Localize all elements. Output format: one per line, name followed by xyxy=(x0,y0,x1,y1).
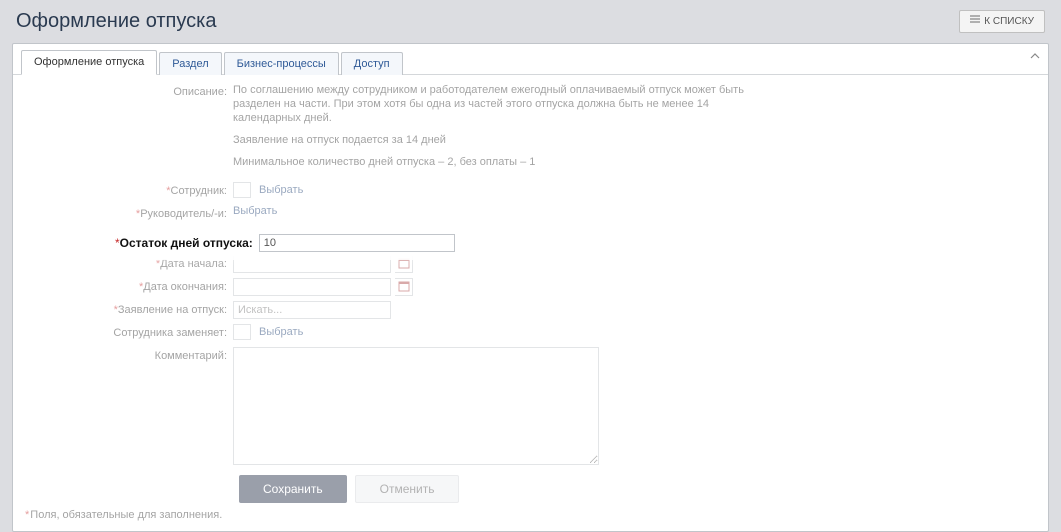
form-area: Описание: По соглашению между сотруднико… xyxy=(13,75,1048,531)
row-comment: Комментарий: xyxy=(21,347,1040,465)
label-application: *Заявление на отпуск: xyxy=(21,301,233,319)
calendar-icon xyxy=(398,280,410,295)
label-employee: *Сотрудник: xyxy=(21,182,233,200)
description-p2: Заявление на отпуск подается за 14 дней xyxy=(233,133,773,147)
employee-picker[interactable] xyxy=(233,182,251,198)
highlight-remaining-days: *Остаток дней отпуска: xyxy=(111,230,463,256)
end-date-calendar-button[interactable] xyxy=(395,278,413,296)
to-list-label: К СПИСКУ xyxy=(984,16,1034,27)
cancel-button[interactable]: Отменить xyxy=(355,475,460,503)
start-date-input[interactable] xyxy=(233,255,391,273)
comment-textarea[interactable] xyxy=(233,347,599,465)
manager-select-link[interactable]: Выбрать xyxy=(233,205,277,217)
label-substitute: Сотрудника заменяет: xyxy=(21,324,233,342)
substitute-picker[interactable] xyxy=(233,324,251,340)
row-application: *Заявление на отпуск: xyxy=(21,301,1040,319)
row-employee: *Сотрудник: Выбрать xyxy=(21,182,1040,200)
end-date-input[interactable] xyxy=(233,278,391,296)
label-comment: Комментарий: xyxy=(21,347,233,365)
tab-section[interactable]: Раздел xyxy=(159,52,221,75)
tab-business-processes[interactable]: Бизнес-процессы xyxy=(224,52,339,75)
tab-leave-request[interactable]: Оформление отпуска xyxy=(21,50,157,75)
label-description: Описание: xyxy=(21,83,233,101)
tabs-bar: Оформление отпуска Раздел Бизнес-процесс… xyxy=(13,44,1048,75)
save-button[interactable]: Сохранить xyxy=(239,475,347,503)
list-icon xyxy=(970,15,980,28)
tab-access[interactable]: Доступ xyxy=(341,52,403,75)
description-p1: По соглашению между сотрудником и работо… xyxy=(233,83,773,125)
substitute-select-link[interactable]: Выбрать xyxy=(259,326,303,338)
row-start-date: *Дата начала: xyxy=(21,255,1040,273)
label-remaining-days: *Остаток дней отпуска: xyxy=(115,234,259,252)
required-footnote: *Поля, обязательные для заполнения. xyxy=(25,509,1040,521)
row-substitute: Сотрудника заменяет: Выбрать xyxy=(21,324,1040,342)
start-date-calendar-button[interactable] xyxy=(395,255,413,273)
remaining-days-input[interactable] xyxy=(259,234,455,252)
main-panel: Оформление отпуска Раздел Бизнес-процесс… xyxy=(12,43,1049,532)
description-p3: Минимальное количество дней отпуска – 2,… xyxy=(233,155,773,169)
row-end-date: *Дата окончания: xyxy=(21,278,1040,296)
collapse-icon[interactable] xyxy=(1030,52,1040,65)
form-actions: Сохранить Отменить xyxy=(239,475,1040,503)
row-manager: *Руководитель/-и: Выбрать xyxy=(21,205,1040,223)
label-manager: *Руководитель/-и: xyxy=(21,205,233,223)
application-input[interactable] xyxy=(233,301,391,319)
row-description: Описание: По соглашению между сотруднико… xyxy=(21,83,1040,177)
label-start-date: *Дата начала: xyxy=(21,255,233,273)
to-list-button[interactable]: К СПИСКУ xyxy=(959,10,1045,33)
description-text: По соглашению между сотрудником и работо… xyxy=(233,83,773,177)
employee-select-link[interactable]: Выбрать xyxy=(259,184,303,196)
page-title: Оформление отпуска xyxy=(16,10,216,33)
calendar-icon xyxy=(398,257,410,272)
page-header: Оформление отпуска К СПИСКУ xyxy=(0,0,1061,43)
label-end-date: *Дата окончания: xyxy=(21,278,233,296)
